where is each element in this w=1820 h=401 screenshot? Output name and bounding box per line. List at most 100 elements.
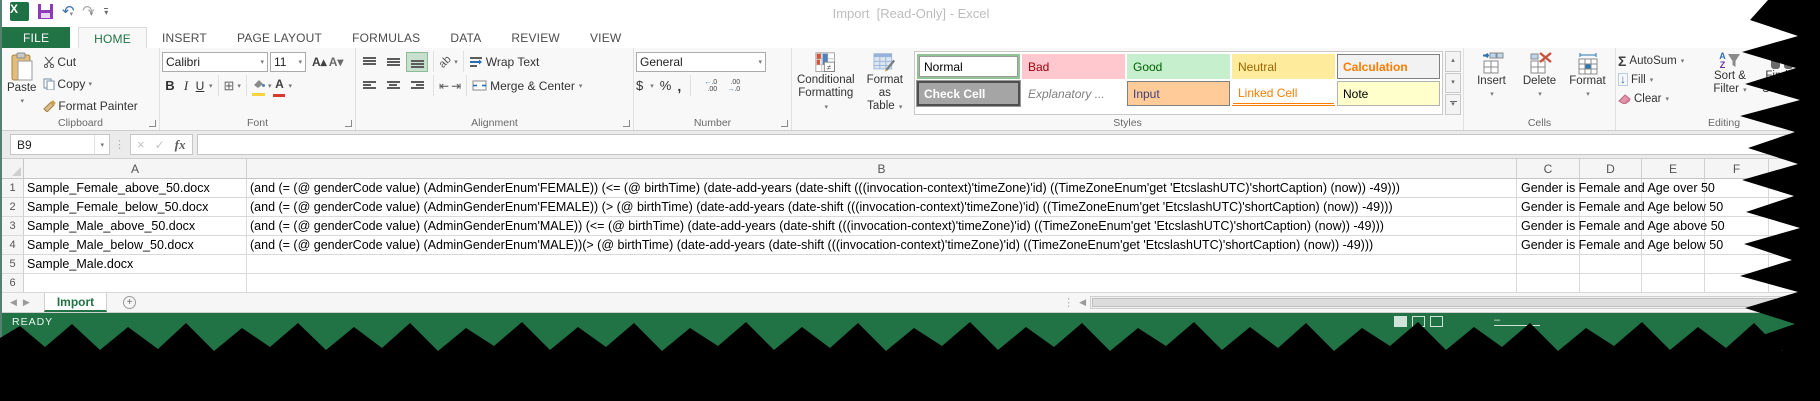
- decrease-decimal-button[interactable]: .00→.0: [723, 79, 740, 93]
- tab-data[interactable]: DATA: [435, 27, 496, 48]
- cell-b1[interactable]: (and (= (@ genderCode value) (AdminGende…: [247, 179, 1517, 198]
- column-header-c[interactable]: C: [1517, 159, 1580, 179]
- align-top-button[interactable]: [358, 52, 380, 72]
- percent-style-button[interactable]: %: [660, 78, 672, 93]
- cancel-icon[interactable]: ×: [137, 137, 145, 152]
- autosum-button[interactable]: Σ AutoSum ▾: [1618, 51, 1704, 70]
- delete-cells-button[interactable]: Delete ▾: [1517, 51, 1563, 115]
- tab-review[interactable]: REVIEW: [496, 27, 575, 48]
- horizontal-scrollbar[interactable]: [1090, 296, 1820, 309]
- tab-formulas[interactable]: FORMULAS: [337, 27, 435, 48]
- delete-dropdown[interactable]: ▾: [1538, 88, 1542, 101]
- page-layout-view-icon[interactable]: [1412, 316, 1425, 327]
- cell-a3[interactable]: Sample_Male_above_50.docx: [24, 217, 247, 236]
- font-dialog-launcher[interactable]: [345, 120, 352, 127]
- formula-input[interactable]: [197, 134, 1820, 155]
- align-middle-button[interactable]: [382, 52, 404, 72]
- cell-b3[interactable]: (and (= (@ genderCode value) (AdminGende…: [247, 217, 1517, 236]
- sheet-tab-import[interactable]: Import: [44, 293, 107, 312]
- enter-icon[interactable]: ✓: [155, 138, 165, 152]
- cell-d6[interactable]: [1580, 274, 1642, 293]
- paste-dropdown[interactable]: ▾: [20, 95, 24, 108]
- tab-scroll-splitter[interactable]: ⋮: [1063, 296, 1075, 309]
- increase-font-icon[interactable]: A▴: [312, 57, 327, 67]
- style-item-explanatory-[interactable]: Explanatory ...: [1022, 81, 1125, 106]
- paste-button[interactable]: Paste ▾: [4, 51, 39, 116]
- select-all-corner[interactable]: [2, 159, 24, 179]
- alignment-dialog-launcher[interactable]: [623, 120, 630, 127]
- cell-a4[interactable]: Sample_Male_below_50.docx: [24, 236, 247, 255]
- wrap-text-button[interactable]: Wrap Text: [469, 55, 540, 69]
- tab-insert[interactable]: INSERT: [147, 27, 222, 48]
- accounting-format-button[interactable]: $: [636, 78, 643, 93]
- column-header-d[interactable]: D: [1580, 159, 1642, 179]
- align-bottom-button[interactable]: [406, 52, 428, 72]
- cell-c3[interactable]: Gender is Female and Age above 50: [1517, 217, 1580, 236]
- autosum-dropdown[interactable]: ▾: [1681, 57, 1685, 65]
- format-painter-button[interactable]: Format Painter: [43, 95, 137, 116]
- tab-view[interactable]: VIEW: [575, 27, 636, 48]
- cell-a6[interactable]: [24, 274, 247, 293]
- column-header-b[interactable]: B: [247, 159, 1517, 179]
- number-dialog-launcher[interactable]: [781, 120, 788, 127]
- underline-button[interactable]: U: [194, 79, 206, 93]
- sheet-next-icon[interactable]: ▶: [23, 297, 30, 308]
- format-dropdown[interactable]: ▾: [1586, 88, 1590, 101]
- font-color-button[interactable]: A: [273, 75, 285, 97]
- cell-c5[interactable]: [1517, 255, 1580, 274]
- formula-bar-splitter[interactable]: ⋮: [114, 138, 126, 151]
- accounting-dropdown[interactable]: ▾: [650, 82, 654, 90]
- cell-c6[interactable]: [1517, 274, 1580, 293]
- style-item-linked-cell[interactable]: Linked Cell: [1232, 81, 1335, 106]
- column-header-e[interactable]: E: [1642, 159, 1705, 179]
- cell-d5[interactable]: [1580, 255, 1642, 274]
- tab-file[interactable]: FILE: [2, 27, 70, 48]
- cell-e5[interactable]: [1642, 255, 1705, 274]
- normal-view-icon[interactable]: [1394, 316, 1407, 327]
- gallery-scroll-down-icon[interactable]: ▾: [1445, 73, 1461, 94]
- cell-a2[interactable]: Sample_Female_below_50.docx: [24, 198, 247, 217]
- align-center-button[interactable]: [382, 76, 404, 96]
- style-item-note[interactable]: Note: [1337, 81, 1440, 106]
- increase-decimal-button[interactable]: ←.0.00: [700, 79, 717, 93]
- copy-dropdown[interactable]: ▾: [88, 80, 92, 88]
- cut-button[interactable]: Cut: [43, 51, 137, 72]
- cell-f5[interactable]: [1705, 255, 1769, 274]
- new-sheet-icon[interactable]: +: [123, 296, 136, 309]
- decrease-font-icon[interactable]: A▾: [329, 57, 344, 67]
- cell-b6[interactable]: [247, 274, 1517, 293]
- insert-function-icon[interactable]: fx: [175, 137, 186, 153]
- gallery-more-icon[interactable]: ▾: [1445, 94, 1461, 115]
- cell-c4[interactable]: Gender is Female and Age below 50: [1517, 236, 1580, 255]
- cell-f6[interactable]: [1705, 274, 1769, 293]
- style-item-calculation[interactable]: Calculation: [1337, 54, 1440, 79]
- merge-center-dropdown[interactable]: ▾: [579, 82, 583, 90]
- hscroll-left-icon[interactable]: ◀: [1079, 297, 1086, 308]
- row-header-5[interactable]: 5: [2, 255, 24, 274]
- align-left-button[interactable]: [358, 76, 380, 96]
- name-box[interactable]: B9 ▾: [10, 134, 110, 155]
- fill-color-dropdown[interactable]: ▾: [268, 82, 272, 90]
- copy-button[interactable]: Copy ▾: [43, 73, 137, 94]
- style-item-check-cell[interactable]: Check Cell: [917, 81, 1020, 106]
- number-format-select[interactable]: General▾: [636, 52, 766, 72]
- tab-home[interactable]: HOME: [78, 27, 147, 48]
- orientation-icon[interactable]: ab: [437, 53, 454, 70]
- orientation-dropdown[interactable]: ▾: [454, 58, 458, 66]
- row-header-3[interactable]: 3: [2, 217, 24, 236]
- gallery-scroll-up-icon[interactable]: ▴: [1445, 51, 1461, 72]
- font-size-select[interactable]: 11▾: [270, 52, 306, 72]
- cell-a5[interactable]: Sample_Male.docx: [24, 255, 247, 274]
- tab-page-layout[interactable]: PAGE LAYOUT: [222, 27, 337, 48]
- merge-center-button[interactable]: Merge & Center ▾: [472, 79, 582, 93]
- comma-style-button[interactable]: ,: [677, 78, 681, 94]
- conditional-formatting-button[interactable]: ≠ Conditional Formatting ▾: [794, 51, 858, 115]
- style-item-neutral[interactable]: Neutral: [1232, 54, 1335, 79]
- decrease-indent-icon[interactable]: ⇤: [439, 79, 449, 93]
- cell-b5[interactable]: [247, 255, 1517, 274]
- name-box-dropdown[interactable]: ▾: [94, 135, 109, 154]
- clipboard-dialog-launcher[interactable]: [149, 120, 156, 127]
- row-header-6[interactable]: 6: [2, 274, 24, 293]
- sort-filter-button[interactable]: A Z Sort & Filter ▾: [1704, 51, 1756, 115]
- cell-c2[interactable]: Gender is Female and Age below 50: [1517, 198, 1580, 217]
